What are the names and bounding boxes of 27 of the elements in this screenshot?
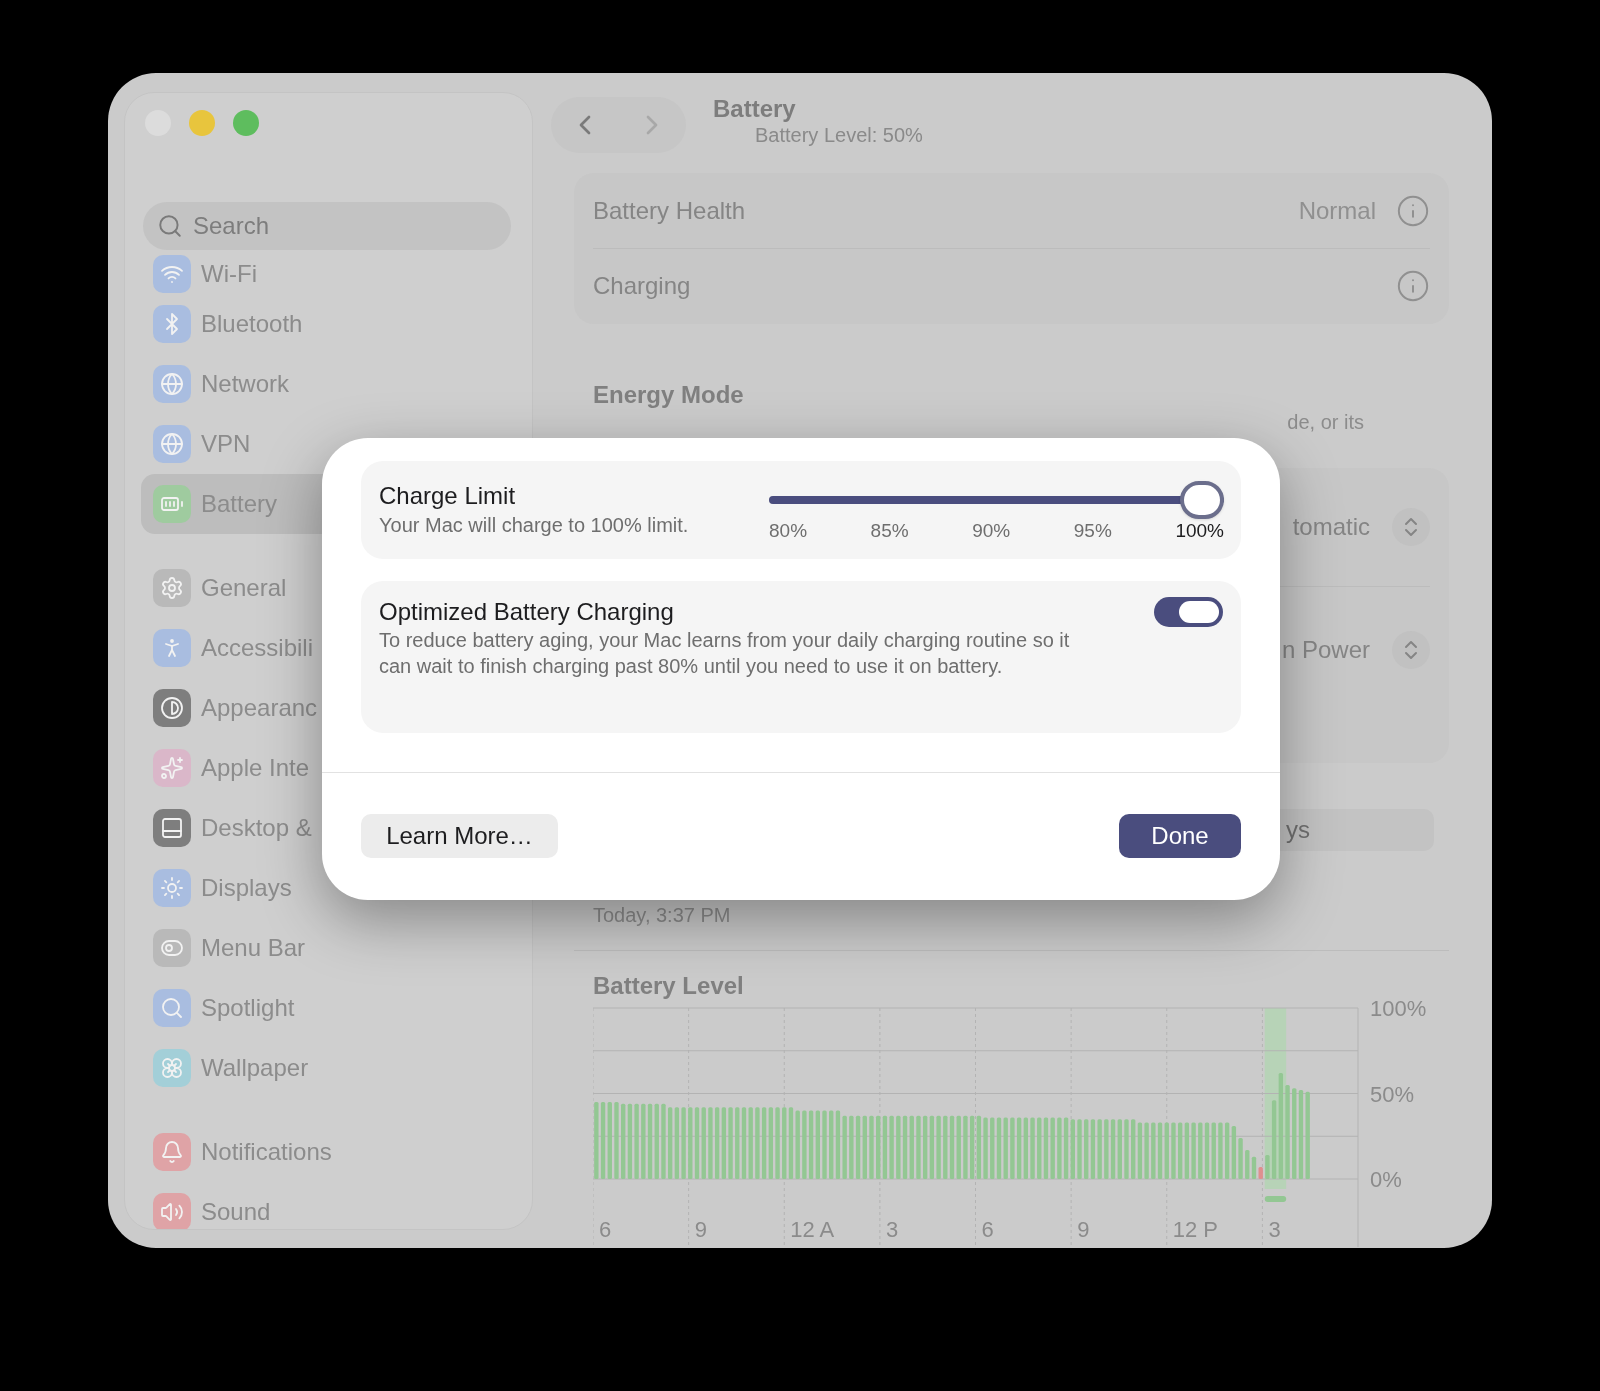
axis-label: 3 [1268, 1217, 1281, 1242]
setting-title: Optimized Battery Charging [379, 597, 674, 627]
axis-label: 9 [694, 1217, 707, 1242]
setting-title: Charge Limit [379, 481, 517, 511]
axis-label: 6 [981, 1217, 994, 1242]
tick-label: 90% [972, 519, 1011, 543]
section-heading: Energy Mode [593, 380, 745, 410]
axis-label: 100% [1370, 999, 1427, 1021]
tick-label: 85% [870, 519, 909, 543]
tick-label: 95% [1073, 519, 1112, 543]
axis-label: 50% [1370, 1081, 1415, 1107]
tick-label: 100% [1175, 519, 1224, 543]
chart-title: Battery Level [593, 973, 745, 999]
setting-description: Your Mac will charge to 100% limit. [379, 513, 689, 538]
axis-label: 6 [599, 1217, 612, 1242]
row-label: Battery Health [593, 195, 746, 226]
row-label: Charging [593, 271, 691, 301]
axis-label: 9 [1077, 1217, 1090, 1242]
axis-label: 3 [885, 1217, 899, 1242]
window-subtitle: Battery Level: 50% [755, 123, 923, 148]
setting-description: To reduce battery aging, your Mac learns from your daily charging routine so it can wait to finish charging past 80% until you need to use it on battery. [379, 628, 1071, 679]
axis-label: 12 A [790, 1217, 835, 1242]
axis-label: 0% [1370, 1167, 1402, 1192]
window-title: Battery [713, 96, 797, 122]
section-description: de, or its [1287, 410, 1364, 434]
tick-label: 80% [769, 519, 808, 543]
axis-label: 12 P [1172, 1217, 1218, 1242]
